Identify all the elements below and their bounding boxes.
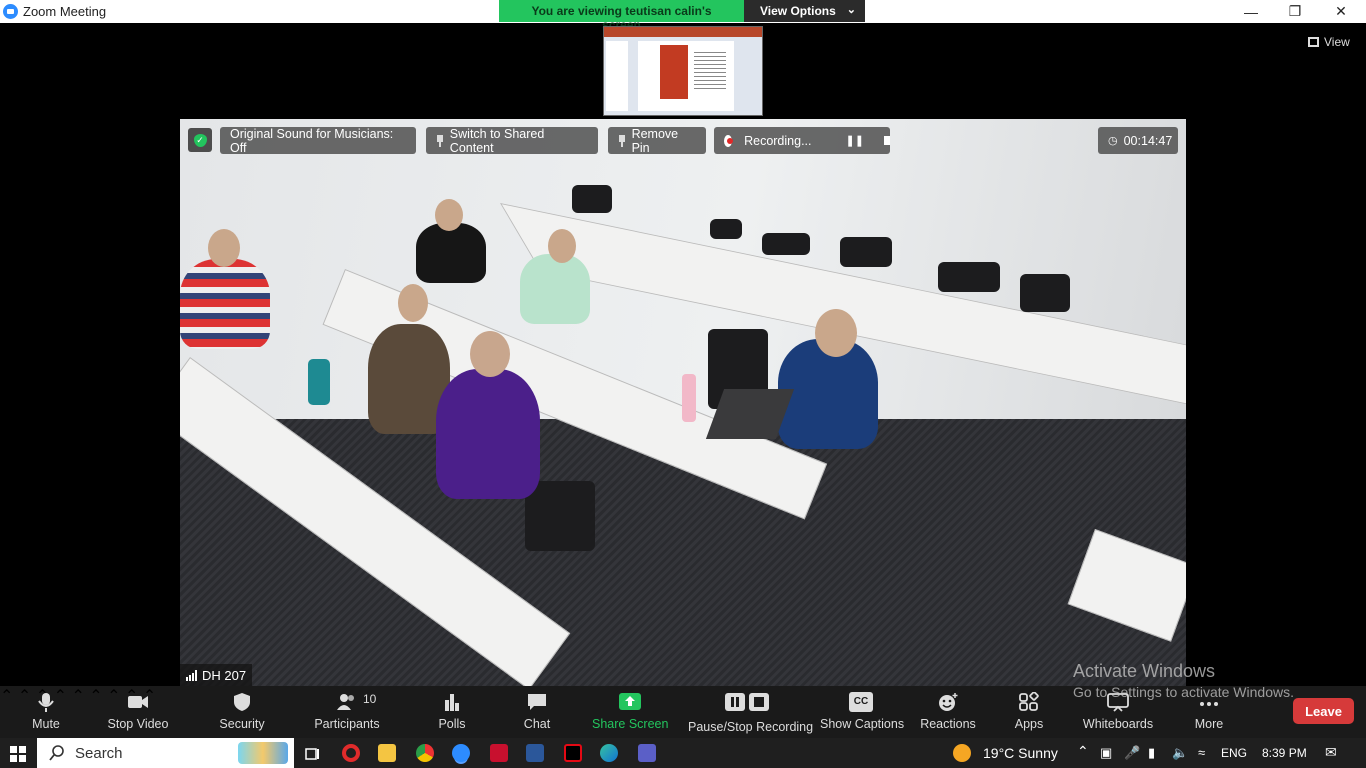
viewing-banner: You are viewing teutisan calin's screen … <box>499 0 865 32</box>
original-sound-button[interactable]: Original Sound for Musicians: Off <box>220 126 416 155</box>
chat-button[interactable]: Chat <box>518 686 556 738</box>
volume-icon[interactable]: 🔈 <box>1172 745 1188 761</box>
chevron-down-icon: ⌄ <box>846 4 856 16</box>
chrome-icon[interactable] <box>416 744 434 762</box>
polls-icon <box>445 694 459 711</box>
activate-windows-watermark: Activate Windows Go to Settings to activ… <box>1073 661 1294 700</box>
participant-name: DH 207 <box>202 667 247 683</box>
remove-pin-label: Remove Pin <box>631 126 679 155</box>
search-placeholder: Search <box>75 744 123 762</box>
apps-icon <box>1019 692 1039 711</box>
captions-caret-icon[interactable]: ⌃ <box>89 688 102 705</box>
view-options-button[interactable]: View Options ⌄ <box>744 0 865 22</box>
pause-stop-recording-button[interactable]: Pause/Stop Recording <box>688 686 813 738</box>
acrobat-icon[interactable] <box>490 744 508 762</box>
mute-options-caret-icon[interactable]: ⌃ <box>0 688 13 705</box>
smiley-icon <box>939 693 958 711</box>
zoom-logo-icon <box>3 4 18 19</box>
mute-button[interactable]: Mute <box>22 686 70 738</box>
notifications-icon[interactable]: ✉ <box>1325 744 1337 761</box>
opera-icon[interactable] <box>342 744 360 762</box>
participant-person <box>520 254 590 324</box>
edge-icon[interactable] <box>600 744 618 762</box>
search-icon <box>49 745 64 761</box>
pin-icon <box>618 134 626 147</box>
share-caret-icon[interactable]: ⌃ <box>71 688 84 705</box>
pause-recording-icon[interactable]: ❚❚ <box>846 134 864 147</box>
meeting-timer: ◷ 00:14:47 <box>1098 127 1178 154</box>
encryption-shield-icon[interactable]: ✓ <box>188 128 212 152</box>
participant-video[interactable]: ✓ Original Sound for Musicians: Off Swit… <box>180 119 1186 686</box>
stop-video-button[interactable]: Stop Video <box>104 686 172 738</box>
language-indicator[interactable]: ENG <box>1221 746 1247 760</box>
participants-button[interactable]: 10 Participants <box>312 686 382 738</box>
pin-icon <box>436 134 444 147</box>
recording-indicator: Recording... ❚❚ <box>714 127 890 154</box>
participants-icon <box>337 694 354 710</box>
apps-button[interactable]: Apps <box>1010 686 1048 738</box>
shared-screen-thumbnail[interactable] <box>603 26 763 116</box>
record-icon <box>724 134 734 147</box>
original-sound-label: Original Sound for Musicians: Off <box>230 126 394 155</box>
water-bottle <box>308 359 330 405</box>
window-title: Zoom Meeting <box>23 4 107 19</box>
timer-label: 00:14:47 <box>1123 133 1173 148</box>
show-captions-button[interactable]: CC Show Captions <box>820 686 904 738</box>
water-bottle <box>682 374 696 422</box>
minimize-button[interactable]: — <box>1228 0 1274 23</box>
recording-label: Recording... <box>744 133 812 148</box>
pause-stop-icon <box>725 693 769 711</box>
stop-recording-icon[interactable] <box>883 136 890 145</box>
windows-taskbar: Search 19°C Sunny ⌃ ▣ 🎤 ▮ 🔈 ≈ ENG 8:39 P… <box>0 738 1366 768</box>
windows-start-icon[interactable] <box>10 746 26 762</box>
shield-icon <box>234 693 250 711</box>
participant-person <box>180 259 270 349</box>
grid-view-icon <box>1308 37 1319 47</box>
switch-shared-content-button[interactable]: Switch to Shared Content <box>426 126 598 155</box>
view-options-label: View Options <box>760 4 836 18</box>
weather-text[interactable]: 19°C Sunny <box>983 745 1058 761</box>
taskbar-search-box[interactable]: Search <box>37 738 294 768</box>
clock-icon: ◷ <box>1108 135 1118 147</box>
battery-icon[interactable]: ▮ <box>1148 745 1155 761</box>
polls-button[interactable]: Polls <box>432 686 472 738</box>
microphone-icon <box>38 693 54 712</box>
viewing-text: You are viewing teutisan calin's screen <box>499 0 744 32</box>
reactions-button[interactable]: Reactions <box>920 686 976 738</box>
signal-strength-icon <box>186 669 197 681</box>
clock[interactable]: 8:39 PM <box>1262 746 1307 760</box>
remove-pin-button[interactable]: Remove Pin <box>608 126 706 155</box>
search-highlight-icon <box>238 742 288 764</box>
video-camera-icon <box>128 696 148 708</box>
zoom-taskbar-icon[interactable] <box>452 744 470 762</box>
file-explorer-icon[interactable] <box>378 744 396 762</box>
share-screen-button[interactable]: Share Screen <box>592 686 668 738</box>
sun-weather-icon <box>953 744 971 762</box>
teams-icon[interactable] <box>638 744 656 762</box>
wifi-icon[interactable]: ≈ <box>1198 745 1205 760</box>
share-screen-icon <box>619 693 641 710</box>
participant-name-tag: DH 207 <box>180 664 253 686</box>
close-button[interactable]: ✕ <box>1318 0 1364 23</box>
word-icon[interactable] <box>526 744 544 762</box>
leave-button[interactable]: Leave <box>1293 698 1354 724</box>
netflix-icon[interactable] <box>564 744 582 762</box>
security-button[interactable]: Security <box>214 686 270 738</box>
task-view-icon[interactable] <box>304 746 320 762</box>
show-hidden-icons-caret-icon[interactable]: ⌃ <box>1077 743 1089 760</box>
participants-count: 10 <box>363 692 377 706</box>
meet-now-icon[interactable]: ▣ <box>1100 745 1112 761</box>
view-button[interactable]: View <box>1300 32 1358 52</box>
microphone-tray-icon[interactable]: 🎤 <box>1124 745 1140 761</box>
chat-icon <box>528 694 546 710</box>
switch-shared-label: Switch to Shared Content <box>449 126 545 155</box>
participant-person <box>416 223 486 283</box>
captions-icon: CC <box>849 692 873 712</box>
view-label: View <box>1324 35 1350 49</box>
participant-person <box>436 369 540 499</box>
restore-button[interactable]: ❐ <box>1272 0 1318 23</box>
